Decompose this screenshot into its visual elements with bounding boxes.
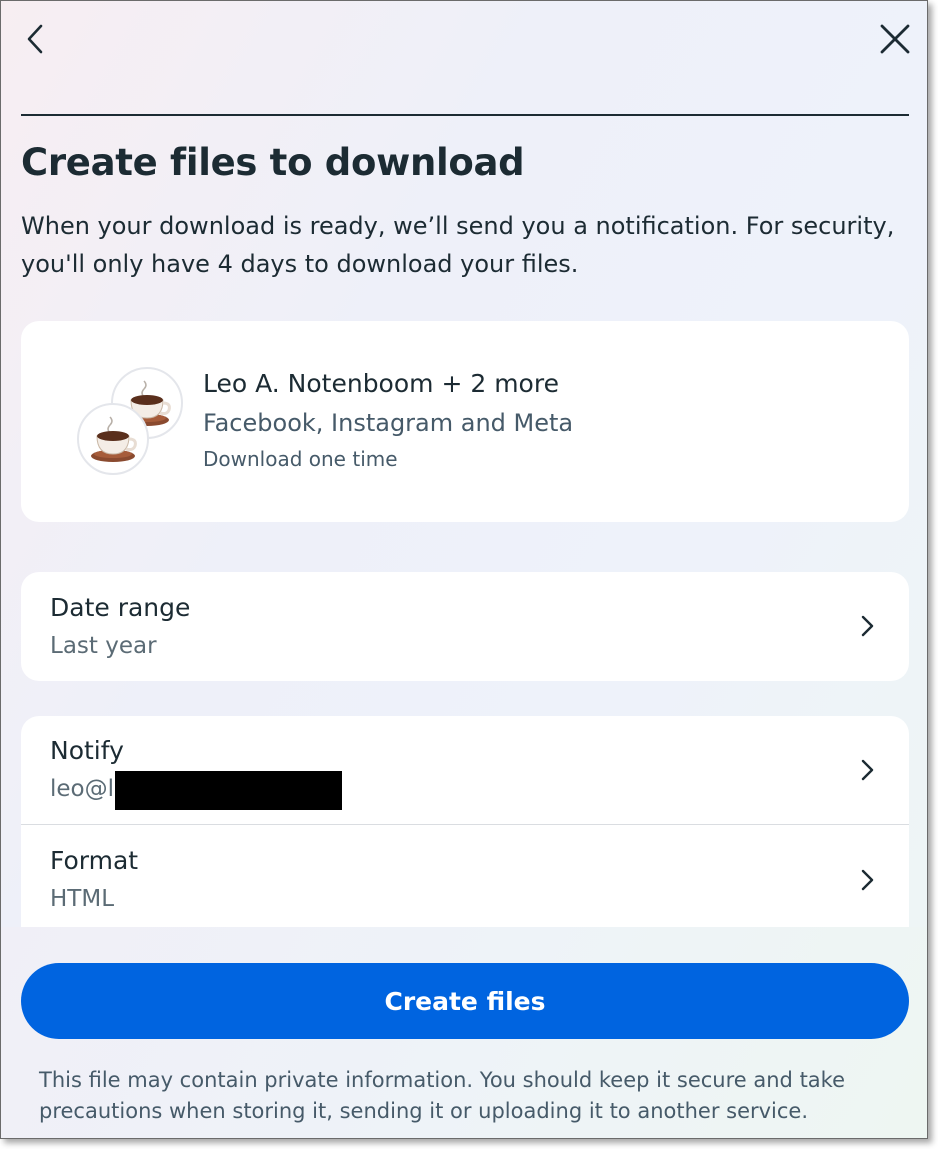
notify-label: Notify bbox=[50, 736, 124, 765]
download-dialog: Create files to download When your downl… bbox=[0, 0, 928, 1139]
account-card: Leo A. Notenboom + 2 more Facebook, Inst… bbox=[21, 321, 909, 522]
footer-panel: Create files This file may contain priva… bbox=[1, 927, 927, 1138]
chevron-right-icon bbox=[861, 615, 874, 637]
coffee-cup-icon bbox=[91, 416, 137, 462]
chevron-left-icon bbox=[27, 24, 43, 54]
close-button[interactable] bbox=[875, 19, 915, 59]
notify-row[interactable]: Notify leo@l bbox=[21, 716, 909, 824]
format-label: Format bbox=[50, 846, 139, 875]
notify-format-card: Notify leo@l Format HTML bbox=[21, 716, 909, 956]
avatar bbox=[77, 403, 149, 475]
redaction-bar bbox=[115, 771, 342, 810]
format-value: HTML bbox=[50, 886, 115, 912]
date-range-card: Date range Last year bbox=[21, 572, 909, 681]
download-frequency: Download one time bbox=[203, 447, 398, 471]
privacy-disclaimer: This file may contain private informatio… bbox=[39, 1068, 845, 1123]
account-apps: Facebook, Instagram and Meta bbox=[203, 409, 574, 437]
page-description: When your download is ready, we’ll send … bbox=[21, 212, 895, 278]
back-button[interactable] bbox=[15, 19, 55, 59]
chevron-right-icon bbox=[861, 759, 874, 781]
header-divider bbox=[21, 114, 909, 116]
create-files-button[interactable]: Create files bbox=[21, 963, 909, 1039]
close-icon bbox=[880, 24, 910, 54]
date-range-label: Date range bbox=[50, 593, 191, 622]
account-avatars bbox=[77, 367, 183, 477]
page-title: Create files to download bbox=[21, 141, 525, 184]
notify-email-value: leo@l bbox=[50, 776, 115, 802]
account-name: Leo A. Notenboom + 2 more bbox=[203, 369, 559, 398]
chevron-right-icon bbox=[861, 869, 874, 891]
date-range-value: Last year bbox=[50, 633, 157, 659]
date-range-row[interactable]: Date range Last year bbox=[21, 572, 909, 681]
